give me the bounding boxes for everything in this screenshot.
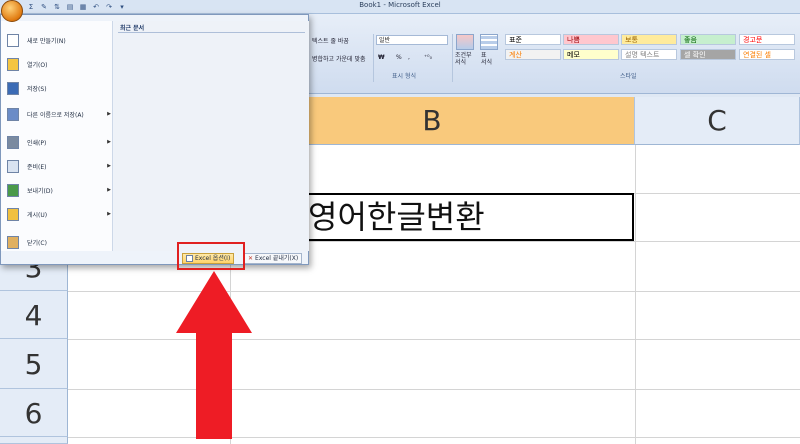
highlight-box	[177, 242, 245, 270]
menu-item-label: 닫기(C)	[27, 239, 47, 247]
number-format-value: 일반	[379, 37, 391, 44]
office-menu-footer: Excel 옵션(I) ✕ Excel 끝내기(X)	[1, 251, 308, 265]
conditional-format-button[interactable]: 조건부 서식	[455, 52, 477, 66]
menu-item-label: 준비(E)	[27, 163, 47, 171]
currency-button[interactable]: ₩	[378, 54, 385, 61]
title-bar: Σ ✎ ⇅ ▤ ▦ ↶ ↷ ▾ Book1 - Microsoft Excel	[0, 0, 800, 14]
window-title: Book1 - Microsoft Excel	[359, 1, 441, 9]
number-format-combo[interactable]: 일반	[376, 35, 448, 45]
menu-item-label: 다른 이름으로 저장(A)	[27, 111, 84, 119]
save-disk-icon	[5, 80, 21, 96]
cell-style-option[interactable]: 표준	[505, 34, 561, 45]
exit-excel-button[interactable]: ✕ Excel 끝내기(X)	[244, 253, 303, 264]
group-divider	[452, 34, 453, 82]
cell-style-option[interactable]: 메모	[563, 49, 619, 60]
red-arrow-icon	[176, 271, 252, 439]
submenu-arrow-icon: ▶	[107, 211, 111, 217]
menu-item-6[interactable]: 보내기(D) ▶	[5, 179, 111, 201]
menu-item-label: 보내기(D)	[27, 187, 53, 195]
prepare-icon	[5, 158, 21, 174]
menu-item-4[interactable]: 인쇄(P) ▶	[5, 131, 111, 153]
menu-item-5[interactable]: 준비(E) ▶	[5, 155, 111, 177]
new-document-icon	[5, 32, 21, 48]
active-cell[interactable]: 영어한글변환	[300, 193, 634, 241]
cell-style-option[interactable]: 나쁨	[563, 34, 619, 45]
cell-style-option[interactable]: 경고문	[739, 34, 795, 45]
close-icon: ✕	[248, 254, 254, 262]
table-format-icon[interactable]	[480, 34, 498, 50]
cell-value: 영어한글변환	[308, 198, 485, 236]
submenu-arrow-icon: ▶	[107, 139, 111, 145]
recent-documents-title: 최근 문서	[120, 25, 145, 32]
exit-excel-label: Excel 끝내기(X)	[255, 254, 299, 262]
menu-item-label: 저장(S)	[27, 85, 47, 93]
menu-item-label: 열기(O)	[27, 61, 48, 69]
menu-item-label: 새로 만들기(N)	[27, 37, 66, 45]
open-folder-icon	[5, 56, 21, 72]
menu-item-label: 인쇄(P)	[27, 139, 47, 147]
row-header-5[interactable]: 5	[0, 339, 68, 389]
office-menu-commands: 새로 만들기(N) 열기(O) 저장(S) 다른 이름으로 저장(A) ▶ 인쇄(P) ▶ 준…	[1, 21, 113, 251]
row-header-6[interactable]: 6	[0, 389, 68, 437]
cell-style-option[interactable]: 설명 텍스트	[621, 49, 677, 60]
office-button[interactable]	[1, 0, 23, 22]
group-divider	[373, 34, 374, 82]
menu-item-1[interactable]: 열기(O)	[5, 53, 111, 75]
menu-item-3[interactable]: 다른 이름으로 저장(A) ▶	[5, 103, 111, 125]
recent-documents-panel: 최근 문서	[114, 21, 309, 251]
cell-style-option[interactable]: 좋음	[680, 34, 736, 45]
close-folder-icon	[5, 234, 21, 250]
publish-icon	[5, 206, 21, 222]
menu-item-8[interactable]: 닫기(C)	[5, 231, 111, 253]
save-as-icon	[5, 106, 21, 122]
cell-style-option[interactable]: 연결된 셀	[739, 49, 795, 60]
cell-style-option[interactable]: 계산	[505, 49, 561, 60]
row-header-7[interactable]	[0, 437, 68, 444]
grid-line	[635, 145, 636, 444]
conditional-format-icon[interactable]	[456, 34, 474, 50]
comma-button[interactable]: ,	[408, 54, 410, 61]
divider	[118, 32, 305, 33]
number-group-label: 표시 형식	[392, 73, 416, 80]
menu-item-label: 게시(U)	[27, 211, 48, 219]
menu-item-7[interactable]: 게시(U) ▶	[5, 203, 111, 225]
submenu-arrow-icon: ▶	[107, 111, 111, 117]
cell-style-option[interactable]: 셀 확인	[680, 49, 736, 60]
submenu-arrow-icon: ▶	[107, 163, 111, 169]
styles-group-label: 스타일	[620, 73, 637, 80]
column-header-c[interactable]: C	[635, 97, 800, 145]
printer-icon	[5, 134, 21, 150]
row-header-4[interactable]: 4	[0, 291, 68, 339]
cell-style-option[interactable]: 보통	[621, 34, 677, 45]
percent-button[interactable]: %	[396, 54, 402, 61]
menu-item-0[interactable]: 새로 만들기(N)	[5, 29, 111, 51]
table-format-button[interactable]: 표 서식	[481, 52, 493, 66]
wrap-text-button[interactable]: 텍스트 줄 바꿈	[312, 36, 349, 45]
decimal-icon[interactable]: ⁺⁰₀	[424, 54, 432, 61]
send-icon	[5, 182, 21, 198]
office-menu: 새로 만들기(N) 열기(O) 저장(S) 다른 이름으로 저장(A) ▶ 인쇄(P) ▶ 준…	[0, 14, 309, 265]
merge-center-button[interactable]: 병합하고 가운데 맞춤	[312, 54, 366, 63]
menu-item-2[interactable]: 저장(S)	[5, 77, 111, 99]
submenu-arrow-icon: ▶	[107, 187, 111, 193]
